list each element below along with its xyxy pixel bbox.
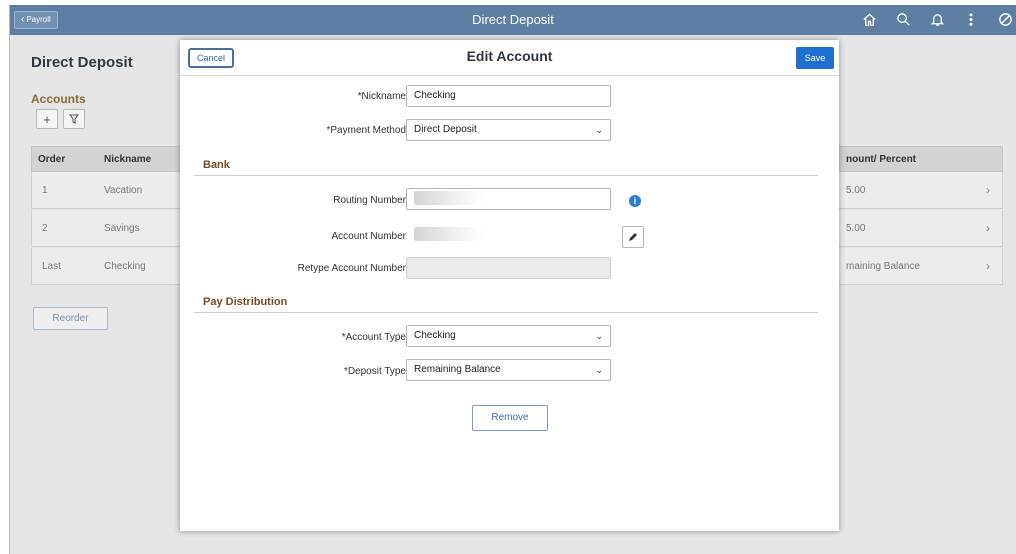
retype-account-number-label: Retype Account Number (297, 263, 406, 274)
row-amount: maining Balance (846, 261, 920, 272)
accounts-heading: Accounts (31, 92, 86, 106)
chevron-right-icon: › (986, 183, 990, 197)
nickname-field[interactable]: Checking (406, 85, 611, 107)
row-order: 2 (42, 223, 48, 234)
redacted-value (414, 227, 484, 242)
row-order: Last (42, 261, 61, 272)
chevron-right-icon: › (986, 221, 990, 235)
bell-icon[interactable] (926, 8, 948, 30)
account-number-field (413, 224, 493, 246)
payment-method-select[interactable]: Direct Deposit ⌄ (406, 119, 611, 141)
account-type-select[interactable]: Checking ⌄ (406, 325, 611, 347)
top-icons (858, 8, 1016, 30)
pay-distribution-heading: Pay Distribution (203, 296, 288, 308)
home-icon[interactable] (858, 8, 880, 30)
header-nickname: Nickname (104, 154, 152, 165)
payment-method-label: *Payment Method (326, 125, 407, 136)
header-amount: nount/ Percent (846, 154, 917, 165)
row-nickname: Savings (104, 223, 140, 234)
routing-number-label: Routing Number (333, 195, 406, 206)
page-title: Direct Deposit (31, 54, 133, 71)
row-amount: 5.00 (846, 223, 866, 234)
chevron-right-icon: › (986, 259, 990, 273)
top-bar: ‹ Payroll Direct Deposit (10, 5, 1016, 35)
info-icon[interactable]: i (629, 195, 641, 207)
more-icon[interactable] (960, 8, 982, 30)
chevron-down-icon: ⌄ (595, 125, 603, 135)
row-order: 1 (42, 185, 48, 196)
account-type-value: Checking (414, 330, 456, 341)
bank-section-heading: Bank (203, 159, 230, 171)
deposit-type-label: *Deposit Type (343, 366, 406, 377)
modal-header-divider (180, 75, 839, 76)
reorder-button[interactable]: Reorder (33, 307, 108, 330)
modal-title: Edit Account (466, 48, 553, 64)
retype-account-number-field (406, 257, 611, 279)
nickname-label: *Nickname (357, 91, 406, 102)
header-order: Order (38, 154, 66, 165)
section-divider (194, 175, 818, 176)
pencil-icon (629, 233, 637, 241)
row-amount: 5.00 (846, 185, 866, 196)
edit-account-number-button[interactable] (622, 226, 644, 248)
row-nickname: Checking (104, 261, 146, 272)
row-nickname: Vacation (104, 185, 143, 196)
cancel-icon[interactable] (994, 8, 1016, 30)
search-icon[interactable] (892, 8, 914, 30)
deposit-type-select[interactable]: Remaining Balance ⌄ (406, 359, 611, 381)
remove-button[interactable]: Remove (472, 405, 548, 431)
save-button[interactable]: Save (796, 47, 834, 69)
account-number-label: Account Number (331, 231, 406, 242)
deposit-type-value: Remaining Balance (414, 364, 501, 375)
redacted-value (414, 191, 484, 206)
routing-number-field[interactable] (406, 188, 611, 210)
chevron-down-icon: ⌄ (595, 365, 603, 375)
account-type-label: *Account Type (341, 332, 406, 343)
payment-method-value: Direct Deposit (414, 124, 477, 135)
edit-account-modal: Cancel Edit Account Save *Nickname Check… (180, 40, 839, 531)
chevron-down-icon: ⌄ (595, 331, 603, 341)
section-divider (194, 312, 818, 313)
